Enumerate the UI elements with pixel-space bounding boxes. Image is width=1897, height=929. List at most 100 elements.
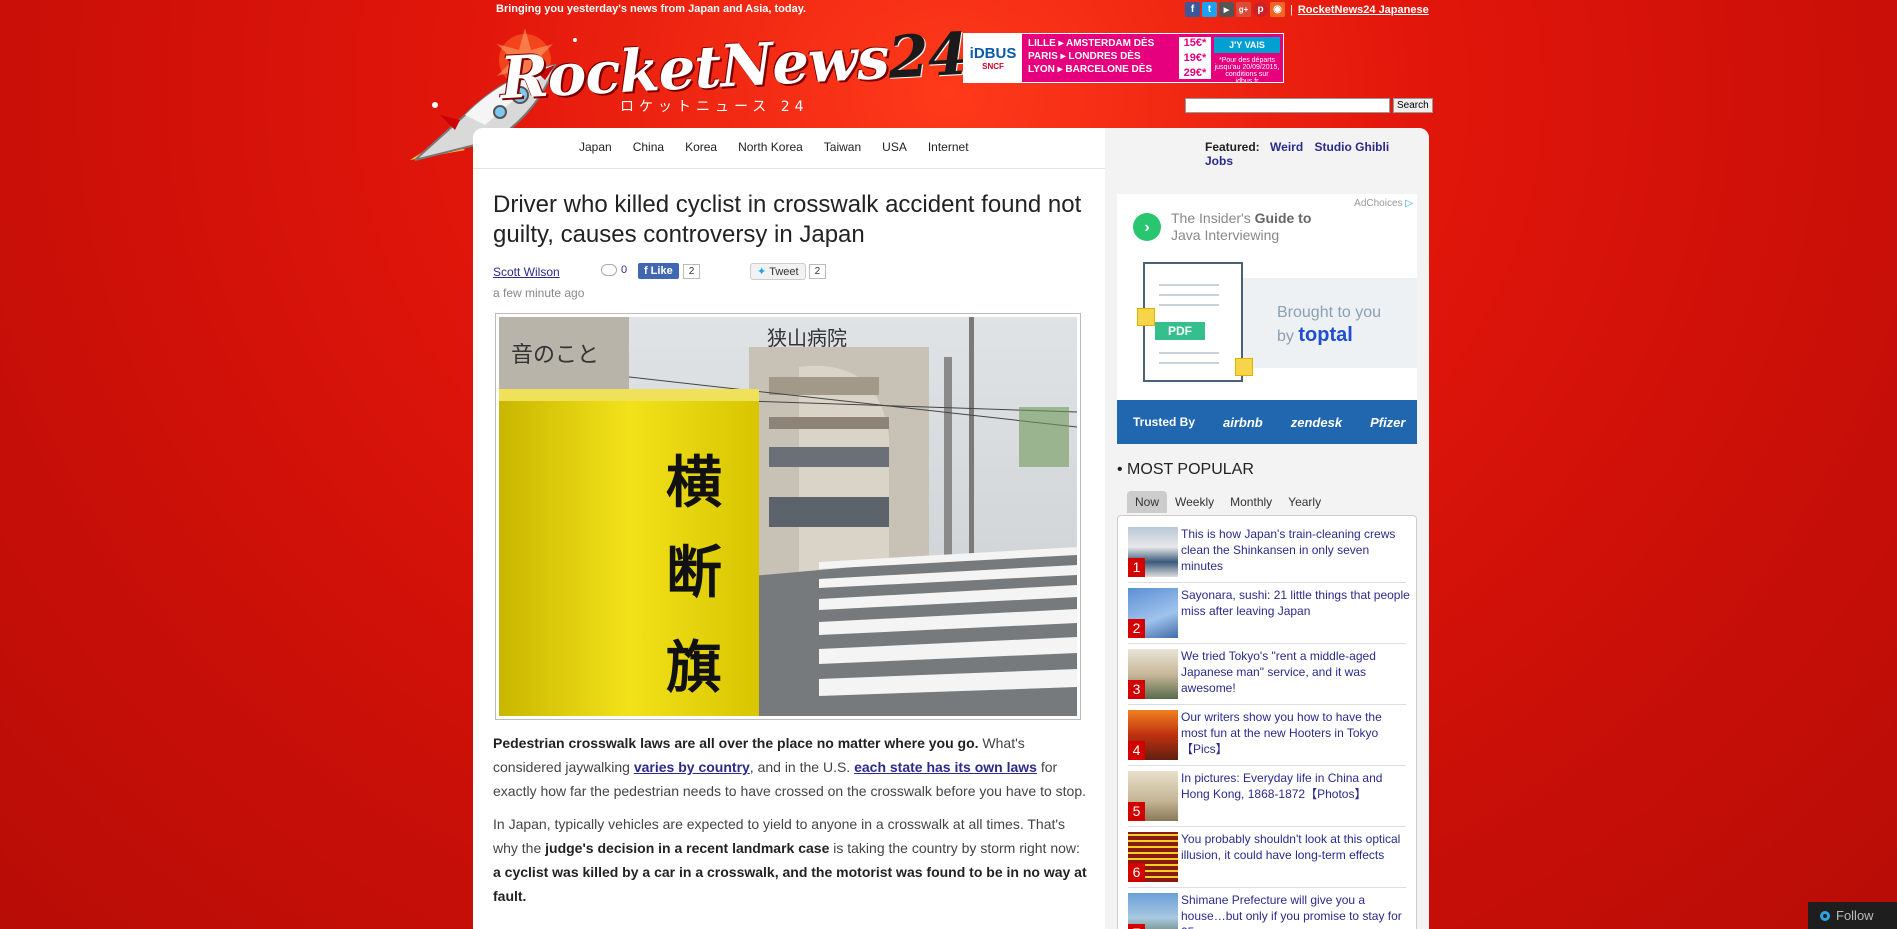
tab-monthly[interactable]: Monthly bbox=[1222, 491, 1280, 513]
article-paragraph-2: In Japan, typically vehicles are expecte… bbox=[493, 816, 1087, 904]
follow-icon bbox=[1820, 910, 1830, 921]
popular-link[interactable]: You probably shouldn't look at this opti… bbox=[1181, 831, 1411, 863]
ad-brought-by: Brought to you by toptal bbox=[1277, 304, 1382, 346]
pinterest-icon[interactable]: p bbox=[1253, 2, 1268, 17]
ad-illustration: PDF Brought to you by toptal bbox=[1117, 258, 1417, 388]
comment-count[interactable]: 0 bbox=[601, 264, 627, 276]
article-author[interactable]: Scott Wilson bbox=[493, 265, 560, 279]
ad-brand: iDBUS SNCF bbox=[964, 34, 1022, 82]
state-laws-link[interactable]: each state has its own laws bbox=[854, 759, 1037, 775]
rank-badge: 3 bbox=[1128, 680, 1145, 699]
search-form: Search bbox=[1185, 98, 1433, 113]
youtube-icon[interactable]: ▶ bbox=[1219, 2, 1234, 17]
search-button[interactable]: Search bbox=[1393, 98, 1433, 113]
facebook-like: f Like 2 bbox=[638, 263, 701, 279]
list-item[interactable]: 5 In pictures: Everyday life in China an… bbox=[1128, 766, 1406, 827]
ad-trusted-by: Trusted By airbnb zendesk Pfizer bbox=[1117, 400, 1417, 444]
popular-list: 1 This is how Japan's train-cleaning cre… bbox=[1117, 515, 1417, 929]
nav-japan[interactable]: Japan bbox=[579, 140, 612, 154]
pfizer-logo: Pfizer bbox=[1370, 414, 1406, 430]
twitter-icon[interactable]: t bbox=[1202, 2, 1217, 17]
search-input[interactable] bbox=[1185, 98, 1390, 113]
rank-badge: 2 bbox=[1128, 619, 1145, 638]
article-title: Driver who killed cyclist in crosswalk a… bbox=[493, 191, 1082, 248]
ad-cta-button[interactable]: J'Y VAIS bbox=[1214, 37, 1280, 53]
site-tagline: Bringing you yesterday's news from Japan… bbox=[496, 3, 807, 15]
twitter-bird-icon: ✦ bbox=[757, 266, 767, 278]
rank-badge: 1 bbox=[1128, 558, 1145, 577]
twitter-share: ✦ Tweet 2 bbox=[750, 263, 827, 280]
arrow-right-icon: › bbox=[1133, 213, 1161, 241]
facebook-icon[interactable]: f bbox=[1185, 2, 1200, 17]
tab-yearly[interactable]: Yearly bbox=[1280, 491, 1329, 513]
ad-headline: › The Insider's Guide to Java Interviewin… bbox=[1133, 210, 1311, 244]
separator: | bbox=[1290, 3, 1293, 16]
svg-text:横: 横 bbox=[666, 451, 722, 516]
list-item[interactable]: 3 We tried Tokyo's "rent a middle-aged J… bbox=[1128, 644, 1406, 705]
airbnb-logo: airbnb bbox=[1223, 414, 1263, 430]
ad-cta: J'Y VAIS *Pour des départs jusqu'au 20/0… bbox=[1211, 34, 1283, 85]
nav-internet[interactable]: Internet bbox=[928, 140, 969, 154]
svg-text:狭山病院: 狭山病院 bbox=[767, 326, 847, 350]
category-nav: Japan China Korea North Korea Taiwan USA… bbox=[579, 140, 990, 154]
facebook-like-button[interactable]: f Like bbox=[638, 263, 679, 279]
nav-china[interactable]: China bbox=[633, 140, 664, 154]
adchoices-icon: ▷ bbox=[1405, 198, 1413, 209]
list-item[interactable]: 4 Our writers show you how to have the m… bbox=[1128, 705, 1406, 766]
most-popular-title: • MOST POPULAR bbox=[1117, 461, 1254, 478]
comment-icon bbox=[601, 264, 617, 276]
rank-badge: 7 bbox=[1128, 924, 1145, 929]
popular-link[interactable]: In pictures: Everyday life in China and … bbox=[1181, 770, 1411, 802]
top-banner-ad[interactable]: iDBUS SNCF LILLE ▸ AMSTERDAM DÈS PARIS ▸ … bbox=[963, 33, 1284, 85]
japanese-site-link[interactable]: RocketNews24 Japanese bbox=[1298, 4, 1429, 16]
list-item[interactable]: 6 You probably shouldn't look at this op… bbox=[1128, 827, 1406, 888]
follow-button[interactable]: Follow bbox=[1808, 902, 1897, 929]
rank-badge: 4 bbox=[1128, 741, 1145, 760]
list-item[interactable]: 2 Sayonara, sushi: 21 little things that… bbox=[1128, 583, 1410, 644]
featured-jobs[interactable]: Jobs bbox=[1205, 154, 1233, 168]
nav-divider bbox=[473, 168, 1105, 169]
photo-pole-text: 横 断 旗 bbox=[666, 451, 722, 701]
nav-north-korea[interactable]: North Korea bbox=[738, 140, 803, 154]
article-paragraph-1: Pedestrian crosswalk laws are all over t… bbox=[493, 735, 1087, 799]
logo-kana: ロケットニュース 24 bbox=[620, 99, 809, 115]
nav-korea[interactable]: Korea bbox=[685, 140, 717, 154]
popular-link[interactable]: We tried Tokyo's "rent a middle-aged Jap… bbox=[1181, 648, 1411, 696]
nav-taiwan[interactable]: Taiwan bbox=[824, 140, 861, 154]
popular-link[interactable]: Sayonara, sushi: 21 little things that p… bbox=[1181, 587, 1411, 619]
svg-text:旗: 旗 bbox=[666, 636, 722, 701]
tweet-count: 2 bbox=[808, 264, 827, 279]
tweet-button[interactable]: ✦ Tweet bbox=[750, 263, 806, 280]
rank-badge: 5 bbox=[1128, 802, 1145, 821]
ad-routes: LILLE ▸ AMSTERDAM DÈS PARIS ▸ LONDRES DÈ… bbox=[1028, 38, 1155, 75]
google-plus-icon[interactable]: g+ bbox=[1236, 2, 1251, 17]
article-body: Pedestrian crosswalk laws are all over t… bbox=[493, 731, 1088, 917]
adchoices-label[interactable]: AdChoices ▷ bbox=[1354, 198, 1413, 209]
tab-now[interactable]: Now bbox=[1127, 491, 1168, 513]
nav-usa[interactable]: USA bbox=[882, 140, 907, 154]
tab-weekly[interactable]: Weekly bbox=[1167, 491, 1222, 513]
featured-weird[interactable]: Weird bbox=[1270, 140, 1303, 154]
article-photo: 音のこと 狭山病院 横 断 旗 bbox=[495, 313, 1081, 720]
varies-by-country-link[interactable]: varies by country bbox=[634, 759, 750, 775]
rss-icon[interactable]: ◉ bbox=[1270, 2, 1285, 17]
article-date: a few minute ago bbox=[493, 286, 585, 300]
zendesk-logo: zendesk bbox=[1290, 414, 1343, 430]
popular-tabs: Now Weekly Monthly Yearly bbox=[1127, 491, 1329, 513]
main-column: Japan China Korea North Korea Taiwan USA… bbox=[473, 128, 1105, 929]
featured-studio-ghibli[interactable]: Studio Ghibli bbox=[1315, 140, 1390, 154]
content-wrapper: Japan China Korea North Korea Taiwan USA… bbox=[473, 128, 1429, 929]
facebook-icon: f bbox=[644, 265, 648, 277]
popular-link[interactable]: This is how Japan's train-cleaning crews… bbox=[1181, 526, 1411, 574]
sidebar-ad[interactable]: AdChoices ▷ › The Insider's Guide to Java… bbox=[1117, 194, 1417, 444]
social-links: f t ▶ g+ p ◉ | RocketNews24 Japanese bbox=[1185, 2, 1429, 17]
sidebar: Featured: Weird Studio Ghibli Jobs AdCho… bbox=[1105, 128, 1429, 929]
popular-link[interactable]: Our writers show you how to have the mos… bbox=[1181, 709, 1411, 757]
list-item[interactable]: 7 Shimane Prefecture will give you a hou… bbox=[1128, 888, 1406, 929]
popular-link[interactable]: Shimane Prefecture will give you a house… bbox=[1181, 892, 1411, 929]
featured-links: Featured: Weird Studio Ghibli Jobs bbox=[1205, 140, 1390, 168]
document-icon: PDF bbox=[1143, 262, 1243, 382]
list-item[interactable]: 1 This is how Japan's train-cleaning cre… bbox=[1128, 522, 1406, 583]
ad-prices: 15€* 19€* 29€* bbox=[1179, 37, 1211, 79]
facebook-like-count: 2 bbox=[682, 263, 701, 279]
